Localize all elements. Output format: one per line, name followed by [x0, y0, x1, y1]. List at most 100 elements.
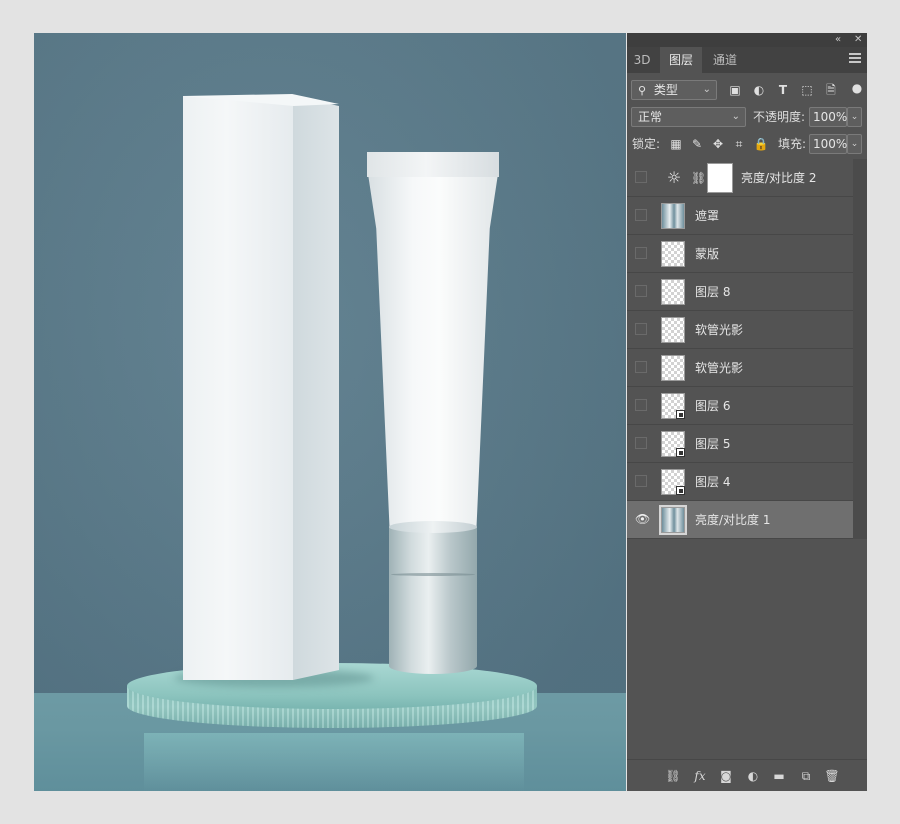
product-box-front — [183, 96, 293, 680]
lock-row: 锁定: ▦ ✎ ✥ ⌗ 🔒 填充: 100% ⌄ — [627, 134, 867, 156]
layer-name: 软管光影 — [695, 361, 744, 375]
tab-channels[interactable]: 通道 — [704, 47, 746, 73]
panel-menu-icon[interactable] — [849, 53, 861, 65]
layers-list: ☼ ⛓ 亮度/对比度 2 遮罩 蒙版 图层 8 软管光影 软管光影 图层 6 图… — [627, 159, 853, 539]
filter-row: ⚲ 类型 ⌄ ▣ ◐ T ⬚ 🗎 ● — [627, 80, 867, 102]
type-filter-icon[interactable]: T — [775, 82, 791, 98]
tube-crimp-end — [367, 152, 499, 177]
brush-lock-icon[interactable]: ✎ — [689, 136, 705, 152]
layers-panel: « ✕ 3D 图层 通道 ⚲ 类型 ⌄ ▣ ◐ T ⬚ 🗎 ● 正常 ⌄ 不透明… — [627, 33, 867, 791]
double-chevron-icon[interactable]: « — [835, 33, 841, 47]
mask-icon[interactable]: ◙ — [718, 768, 734, 784]
layer-thumbnail — [661, 279, 685, 305]
fill-input[interactable]: 100% — [809, 134, 847, 154]
eye-icon[interactable]: 👁 — [635, 513, 650, 525]
tube-cap — [389, 526, 477, 674]
lock-all-icon[interactable]: 🔒 — [753, 136, 769, 152]
layer-name: 软管光影 — [695, 323, 744, 337]
chevron-down-icon: ⌄ — [702, 84, 711, 95]
layer-mask-thumbnail[interactable] — [707, 163, 733, 193]
new-layer-icon[interactable]: ⧉ — [798, 768, 814, 784]
layer-thumbnail — [661, 317, 685, 343]
layer-row[interactable]: 遮罩 — [627, 197, 853, 235]
blend-mode-dropdown[interactable]: 正常 ⌄ — [631, 107, 746, 127]
opacity-input[interactable]: 100% — [809, 107, 847, 127]
layer-name: 亮度/对比度 2 — [741, 171, 817, 185]
visibility-toggle[interactable] — [635, 209, 647, 221]
filter-type-dropdown[interactable]: ⚲ 类型 ⌄ — [631, 80, 717, 100]
layer-thumbnail — [661, 241, 685, 267]
layers-scrollbar[interactable] — [853, 159, 867, 539]
document-canvas[interactable] — [34, 33, 626, 791]
panel-bottom-bar: ⛓ fx ◙ ◐ ▬ ⧉ 🗑 — [627, 759, 867, 791]
tube-shoulder — [389, 521, 477, 533]
folder-icon[interactable]: ▬ — [771, 768, 787, 784]
image-filter-icon[interactable]: ▣ — [727, 82, 743, 98]
tab-3d[interactable]: 3D — [627, 47, 657, 73]
blend-row: 正常 ⌄ 不透明度: 100% ⌄ — [627, 107, 867, 129]
layer-thumbnail — [661, 431, 685, 457]
link-icon[interactable]: ⛓ — [665, 768, 681, 784]
opacity-label: 不透明度: — [753, 110, 806, 124]
blend-mode-value: 正常 — [638, 110, 663, 124]
search-icon: ⚲ — [638, 84, 647, 97]
visibility-toggle[interactable] — [635, 323, 647, 335]
smart-object-icon — [676, 486, 685, 495]
layer-thumbnail — [661, 355, 685, 381]
trash-icon[interactable]: 🗑 — [824, 768, 840, 784]
close-icon[interactable]: ✕ — [854, 33, 862, 47]
smart-object-icon — [676, 410, 685, 419]
layer-row[interactable]: 图层 5 — [627, 425, 853, 463]
panel-titlebar: « ✕ — [627, 33, 867, 47]
visibility-toggle[interactable] — [635, 171, 647, 183]
filter-type-label: 类型 — [653, 83, 678, 97]
layer-name: 图层 8 — [695, 285, 731, 299]
fill-dropdown-button[interactable]: ⌄ — [847, 134, 862, 154]
product-box-side — [293, 96, 339, 680]
layer-name: 图层 6 — [695, 399, 731, 413]
brightness-adjustment-icon: ☼ — [666, 168, 682, 187]
smart-object-filter-icon[interactable]: 🗎 — [823, 82, 839, 98]
layer-row-selected[interactable]: 👁 亮度/对比度 1 — [627, 501, 853, 539]
visibility-toggle[interactable] — [635, 361, 647, 373]
layer-name: 亮度/对比度 1 — [695, 513, 771, 527]
layer-name: 图层 5 — [695, 437, 731, 451]
visibility-toggle[interactable] — [635, 285, 647, 297]
layer-row[interactable]: 软管光影 — [627, 311, 853, 349]
layer-thumbnail — [661, 203, 685, 229]
lock-label: 锁定: — [632, 137, 661, 151]
fill-label: 填充: — [778, 137, 807, 151]
layer-row[interactable]: 图层 4 — [627, 463, 853, 501]
layer-row[interactable]: ☼ ⛓ 亮度/对比度 2 — [627, 159, 853, 197]
layer-thumbnail — [661, 393, 685, 419]
smart-object-icon — [676, 448, 685, 457]
visibility-toggle[interactable] — [635, 247, 647, 259]
layer-row[interactable]: 软管光影 — [627, 349, 853, 387]
chevron-down-icon: ⌄ — [731, 111, 740, 122]
tube-cap-seam — [391, 573, 475, 576]
move-lock-icon[interactable]: ✥ — [710, 136, 726, 152]
floor-reflection — [144, 733, 524, 791]
layer-row[interactable]: 图层 6 — [627, 387, 853, 425]
link-chain-icon[interactable]: ⛓ — [691, 169, 706, 187]
tab-layers[interactable]: 图层 — [660, 47, 702, 73]
artboard-lock-icon[interactable]: ⌗ — [731, 136, 747, 152]
lock-transparent-icon[interactable]: ▦ — [668, 136, 684, 152]
visibility-toggle[interactable] — [635, 475, 647, 487]
shape-filter-icon[interactable]: ⬚ — [799, 82, 815, 98]
filter-toggle-icon[interactable]: ● — [849, 80, 865, 96]
layer-row[interactable]: 图层 8 — [627, 273, 853, 311]
visibility-toggle[interactable] — [635, 399, 647, 411]
fx-icon[interactable]: fx — [692, 768, 708, 784]
layer-name: 图层 4 — [695, 475, 731, 489]
opacity-dropdown-button[interactable]: ⌄ — [847, 107, 862, 127]
layer-thumbnail — [661, 469, 685, 495]
adjustment-icon[interactable]: ◐ — [745, 768, 761, 784]
layer-name: 蒙版 — [695, 247, 720, 261]
visibility-toggle[interactable] — [635, 437, 647, 449]
panel-tabs: 3D 图层 通道 — [627, 47, 867, 73]
layer-thumbnail — [659, 505, 687, 535]
layer-row[interactable]: 蒙版 — [627, 235, 853, 273]
adjustment-filter-icon[interactable]: ◐ — [751, 82, 767, 98]
layer-name: 遮罩 — [695, 209, 720, 223]
